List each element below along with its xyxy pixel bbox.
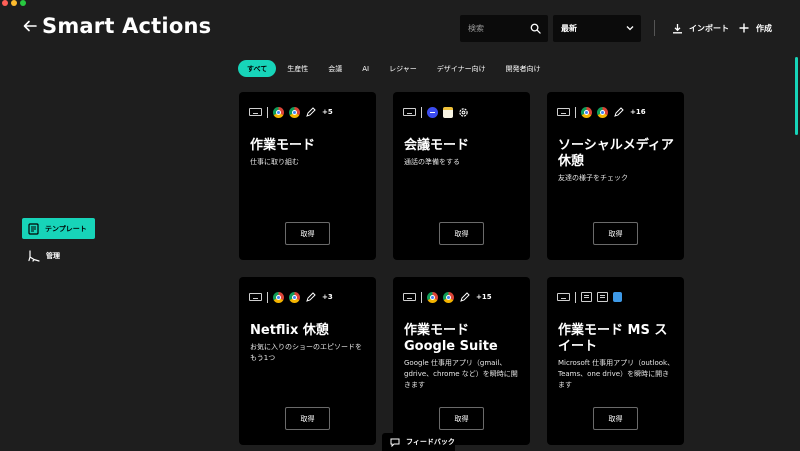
- get-button[interactable]: 取得: [593, 222, 638, 245]
- chrome-icon: [289, 291, 300, 303]
- template-card-social-media-break[interactable]: +16 ソーシャルメディア休憩 友達の様子をチェック 取得: [547, 92, 684, 260]
- chrome-icon: [581, 106, 592, 118]
- card-description: 仕事に取り組む: [250, 158, 299, 166]
- gear-icon: [459, 107, 468, 117]
- scrollbar[interactable]: [795, 57, 798, 135]
- chrome-icon: [443, 291, 454, 303]
- pen-icon: [306, 106, 316, 117]
- card-description: 通話の準備をする: [404, 158, 460, 166]
- get-button[interactable]: 取得: [439, 407, 484, 430]
- more-actions-count: +5: [322, 108, 333, 116]
- get-button[interactable]: 取得: [593, 407, 638, 430]
- card-description: Microsoft 仕事用アプリ（outlook、Teams、one drive…: [558, 359, 675, 389]
- feedback-icon: [390, 438, 400, 447]
- keyboard-icon: [557, 108, 570, 116]
- template-card-meeting-mode[interactable]: 会議モード 通話の準備をする 取得: [393, 92, 530, 260]
- template-card-work-mode-ms[interactable]: 作業モード MS スイート Microsoft 仕事用アプリ（outlook、T…: [547, 277, 684, 445]
- card-description: 友達の様子をチェック: [558, 174, 628, 182]
- feedback-label: フィードバック: [406, 438, 455, 446]
- template-grid: +5 作業モード 仕事に取り組む 取得 会議モード 通話の準備をする 取得 +1…: [0, 0, 800, 451]
- action-icons: [403, 106, 469, 118]
- icon-separator: [421, 106, 422, 118]
- chrome-icon: [289, 106, 300, 118]
- icon-separator: [267, 291, 268, 303]
- meeting-app-icon: [427, 106, 438, 118]
- card-title: ソーシャルメディア休憩: [558, 138, 674, 169]
- teams-icon: [597, 292, 608, 302]
- card-title: 作業モード MS スイート: [558, 323, 668, 354]
- onedrive-icon: [613, 292, 622, 302]
- keyboard-icon: [403, 293, 416, 301]
- get-button[interactable]: 取得: [285, 222, 330, 245]
- icon-separator: [575, 106, 576, 118]
- card-description: Google 仕事用アプリ（gmail、gdrive、chrome など）を瞬時…: [404, 359, 518, 389]
- action-icons: +5: [249, 106, 333, 118]
- card-title: 会議モード: [404, 138, 470, 153]
- chrome-icon: [597, 106, 608, 118]
- card-title: Netflix 休憩: [250, 323, 329, 338]
- get-button[interactable]: 取得: [285, 407, 330, 430]
- action-icons: +3: [249, 291, 333, 303]
- get-button[interactable]: 取得: [439, 222, 484, 245]
- action-icons: [557, 291, 622, 303]
- icon-separator: [575, 291, 576, 303]
- pen-icon: [614, 106, 624, 117]
- chrome-icon: [273, 291, 284, 303]
- card-title: 作業モード Google Suite: [404, 323, 498, 354]
- icon-separator: [267, 106, 268, 118]
- action-icons: +15: [403, 291, 492, 303]
- keyboard-icon: [249, 108, 262, 116]
- keyboard-icon: [557, 293, 570, 301]
- card-description: お気に入りのショーのエピソードをもう1つ: [250, 343, 362, 362]
- template-card-work-mode[interactable]: +5 作業モード 仕事に取り組む 取得: [239, 92, 376, 260]
- template-card-netflix-break[interactable]: +3 Netflix 休憩 お気に入りのショーのエピソードをもう1つ 取得: [239, 277, 376, 445]
- icon-separator: [421, 291, 422, 303]
- feedback-button[interactable]: フィードバック: [382, 433, 455, 451]
- template-card-work-mode-google[interactable]: +15 作業モード Google Suite Google 仕事用アプリ（gma…: [393, 277, 530, 445]
- keyboard-icon: [403, 108, 416, 116]
- action-icons: +16: [557, 106, 646, 118]
- more-actions-count: +3: [322, 293, 333, 301]
- teams-icon: [581, 292, 592, 302]
- keyboard-icon: [249, 293, 262, 301]
- notes-icon: [443, 106, 453, 118]
- pen-icon: [306, 291, 316, 302]
- chrome-icon: [273, 106, 284, 118]
- chrome-icon: [427, 291, 438, 303]
- more-actions-count: +15: [476, 293, 492, 301]
- pen-icon: [460, 291, 470, 302]
- card-title: 作業モード: [250, 138, 316, 153]
- more-actions-count: +16: [630, 108, 646, 116]
